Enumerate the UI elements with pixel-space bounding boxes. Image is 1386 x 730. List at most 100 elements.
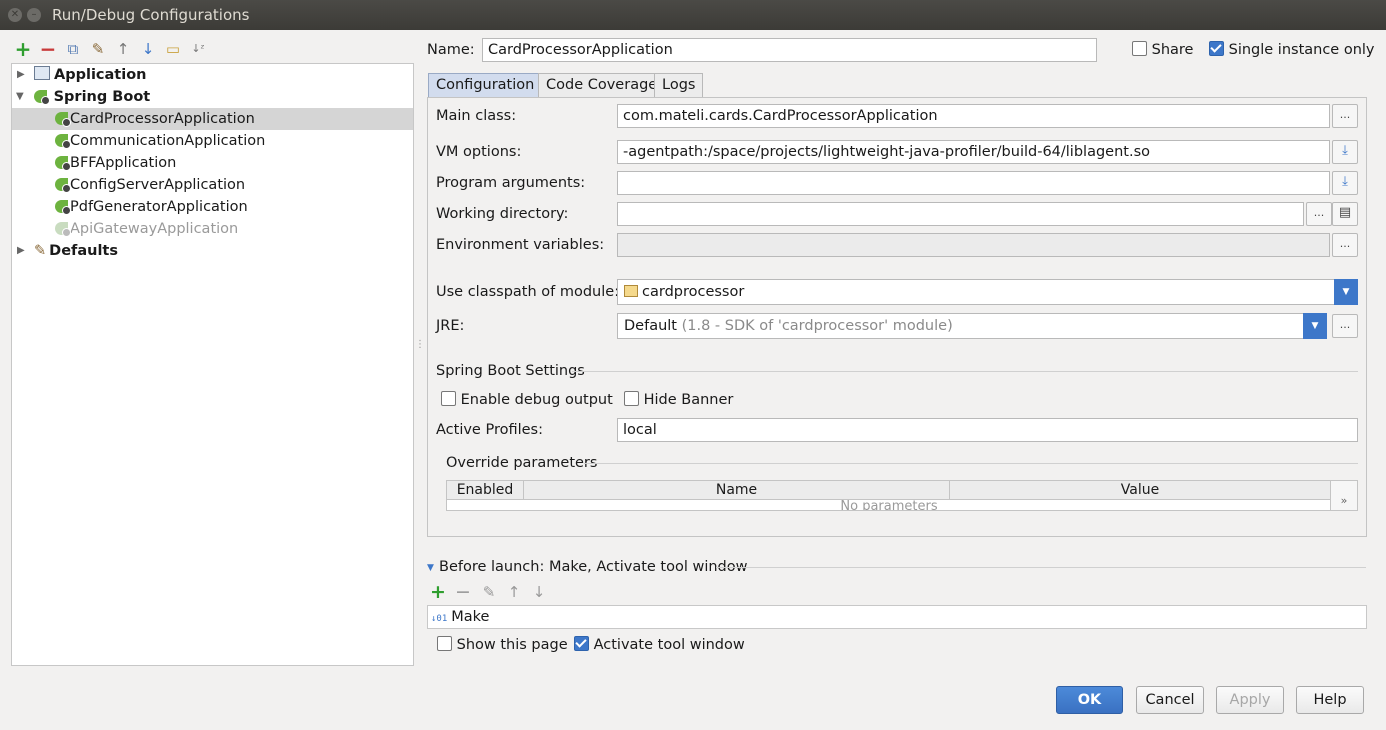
debug-output-check-icon [441,391,456,406]
jre-select[interactable]: Default (1.8 - SDK of 'cardprocessor' mo… [617,313,1327,339]
env-vars-browse-button[interactable]: ... [1332,233,1358,257]
before-launch-list[interactable]: ↓01 Make [427,605,1367,629]
splitter-handle[interactable]: ⋮ [415,340,425,350]
classpath-label: Use classpath of module: [436,284,620,300]
table-more-button[interactable]: » [1330,481,1357,510]
tree-item-pdfgenerator[interactable]: PdfGeneratorApplication [55,196,248,218]
module-icon [624,285,638,297]
working-dir-label: Working directory: [436,206,569,222]
wrench-icon: ✎ [34,243,47,259]
env-vars-label: Environment variables: [436,237,605,253]
tree-group-application[interactable]: Application [34,64,147,86]
make-icon: ↓01 [431,614,448,624]
move-task-up-icon[interactable]: ↑ [506,584,522,600]
working-dir-input[interactable] [617,202,1304,226]
move-task-down-icon[interactable]: ↓ [531,584,547,600]
tab-configuration[interactable]: Configuration [428,73,543,97]
remove-icon[interactable]: − [39,39,57,59]
empty-table-text: No parameters [840,499,938,511]
configuration-tree[interactable]: ▶ Application ▼ Spring Boot CardProcesso… [11,63,414,666]
add-icon[interactable]: + [14,39,32,59]
tree-item-bff[interactable]: BFFApplication [55,152,176,174]
activate-check-icon [574,636,589,651]
title-bar: ✕ – Run/Debug Configurations [0,0,1386,30]
name-input[interactable]: CardProcessorApplication [482,38,1097,62]
column-value[interactable]: Value [950,481,1331,499]
move-up-icon[interactable]: ↑ [114,40,132,58]
divider [716,567,1366,568]
before-launch-title[interactable]: Before launch: Make, Activate tool windo… [439,558,748,576]
collapse-triangle-icon[interactable]: ▼ [427,563,434,573]
list-item[interactable]: Make [451,609,489,625]
sort-az-icon[interactable]: ↓ᶻ [189,40,207,58]
remove-task-icon[interactable]: − [455,583,471,602]
single-instance-checkbox[interactable]: Single instance only [1209,41,1375,59]
help-button[interactable]: Help [1296,686,1364,714]
tree-item-communication[interactable]: CommunicationApplication [55,130,265,152]
chevron-down-icon[interactable]: ▼ [1303,313,1327,339]
wrench-icon[interactable]: ✎ [89,40,107,58]
close-window-icon[interactable]: ✕ [8,8,22,22]
vm-options-expand-icon[interactable]: ⤓ [1332,140,1358,164]
program-args-input[interactable] [617,171,1330,195]
tree-group-spring-boot[interactable]: Spring Boot [34,86,150,108]
classpath-select[interactable]: cardprocessor ▼ [617,279,1358,305]
override-params-title: Override parameters [446,455,598,471]
active-profiles-input[interactable]: local [617,418,1358,442]
column-enabled[interactable]: Enabled [447,481,524,499]
debug-output-checkbox[interactable]: Enable debug output [441,391,613,409]
activate-tool-window-checkbox[interactable]: Activate tool window [574,636,745,654]
folder-icon[interactable]: ▭ [164,40,182,58]
working-dir-macro-icon[interactable]: ▤ [1332,202,1358,226]
cancel-button[interactable]: Cancel [1136,686,1204,714]
chevron-down-icon[interactable]: ▼ [1334,279,1358,305]
tree-item-apigateway[interactable]: ApiGatewayApplication [55,218,238,240]
show-page-checkbox[interactable]: Show this page [437,636,568,654]
show-page-check-icon [437,636,452,651]
program-args-expand-icon[interactable]: ⤓ [1332,171,1358,195]
spring-boot-settings-title: Spring Boot Settings [436,363,585,379]
spring-boot-icon [55,112,71,127]
collapse-arrow-icon[interactable]: ▼ [16,91,24,102]
move-down-icon[interactable]: ↓ [139,40,157,58]
window-title: Run/Debug Configurations [52,6,250,24]
column-name[interactable]: Name [524,481,950,499]
program-args-label: Program arguments: [436,175,586,191]
expand-arrow-icon[interactable]: ▶ [17,245,25,256]
jre-browse-button[interactable]: ... [1332,314,1358,338]
env-vars-input[interactable] [617,233,1330,257]
active-profiles-label: Active Profiles: [436,422,543,438]
divider [572,371,1358,372]
main-class-browse-button[interactable]: ... [1332,104,1358,128]
main-class-input[interactable]: com.mateli.cards.CardProcessorApplicatio… [617,104,1330,128]
working-dir-browse-button[interactable]: ... [1306,202,1332,226]
minimize-window-icon[interactable]: – [27,8,41,22]
spring-boot-icon [55,178,71,193]
tree-item-configserver[interactable]: ConfigServerApplication [55,174,245,196]
hide-banner-check-icon [624,391,639,406]
hide-banner-checkbox[interactable]: Hide Banner [624,391,733,409]
vm-options-input[interactable]: -agentpath:/space/projects/lightweight-j… [617,140,1330,164]
vm-options-label: VM options: [436,144,522,160]
spring-boot-icon [55,134,71,149]
tab-code-coverage[interactable]: Code Coverage [538,73,666,97]
spring-boot-icon [34,90,50,105]
copy-icon[interactable]: ⧉ [64,40,82,58]
expand-arrow-icon[interactable]: ▶ [17,69,25,80]
jre-label: JRE: [436,318,465,334]
apply-button[interactable]: Apply [1216,686,1284,714]
share-check-icon [1132,41,1147,56]
table-header: Enabled Name Value [447,481,1331,500]
ok-button[interactable]: OK [1056,686,1123,714]
share-checkbox[interactable]: Share [1132,41,1193,59]
edit-task-icon[interactable]: ✎ [481,584,497,600]
add-task-icon[interactable]: + [430,583,446,602]
single-instance-check-icon [1209,41,1224,56]
tree-item-cardprocessor[interactable]: CardProcessorApplication [12,108,413,130]
spring-boot-icon [55,222,71,237]
divider [584,463,1358,464]
spring-boot-icon [55,156,71,171]
override-params-table[interactable]: Enabled Name Value No parameters » [446,480,1358,511]
tab-logs[interactable]: Logs [654,73,704,97]
tree-group-defaults[interactable]: ✎ Defaults [34,240,118,262]
